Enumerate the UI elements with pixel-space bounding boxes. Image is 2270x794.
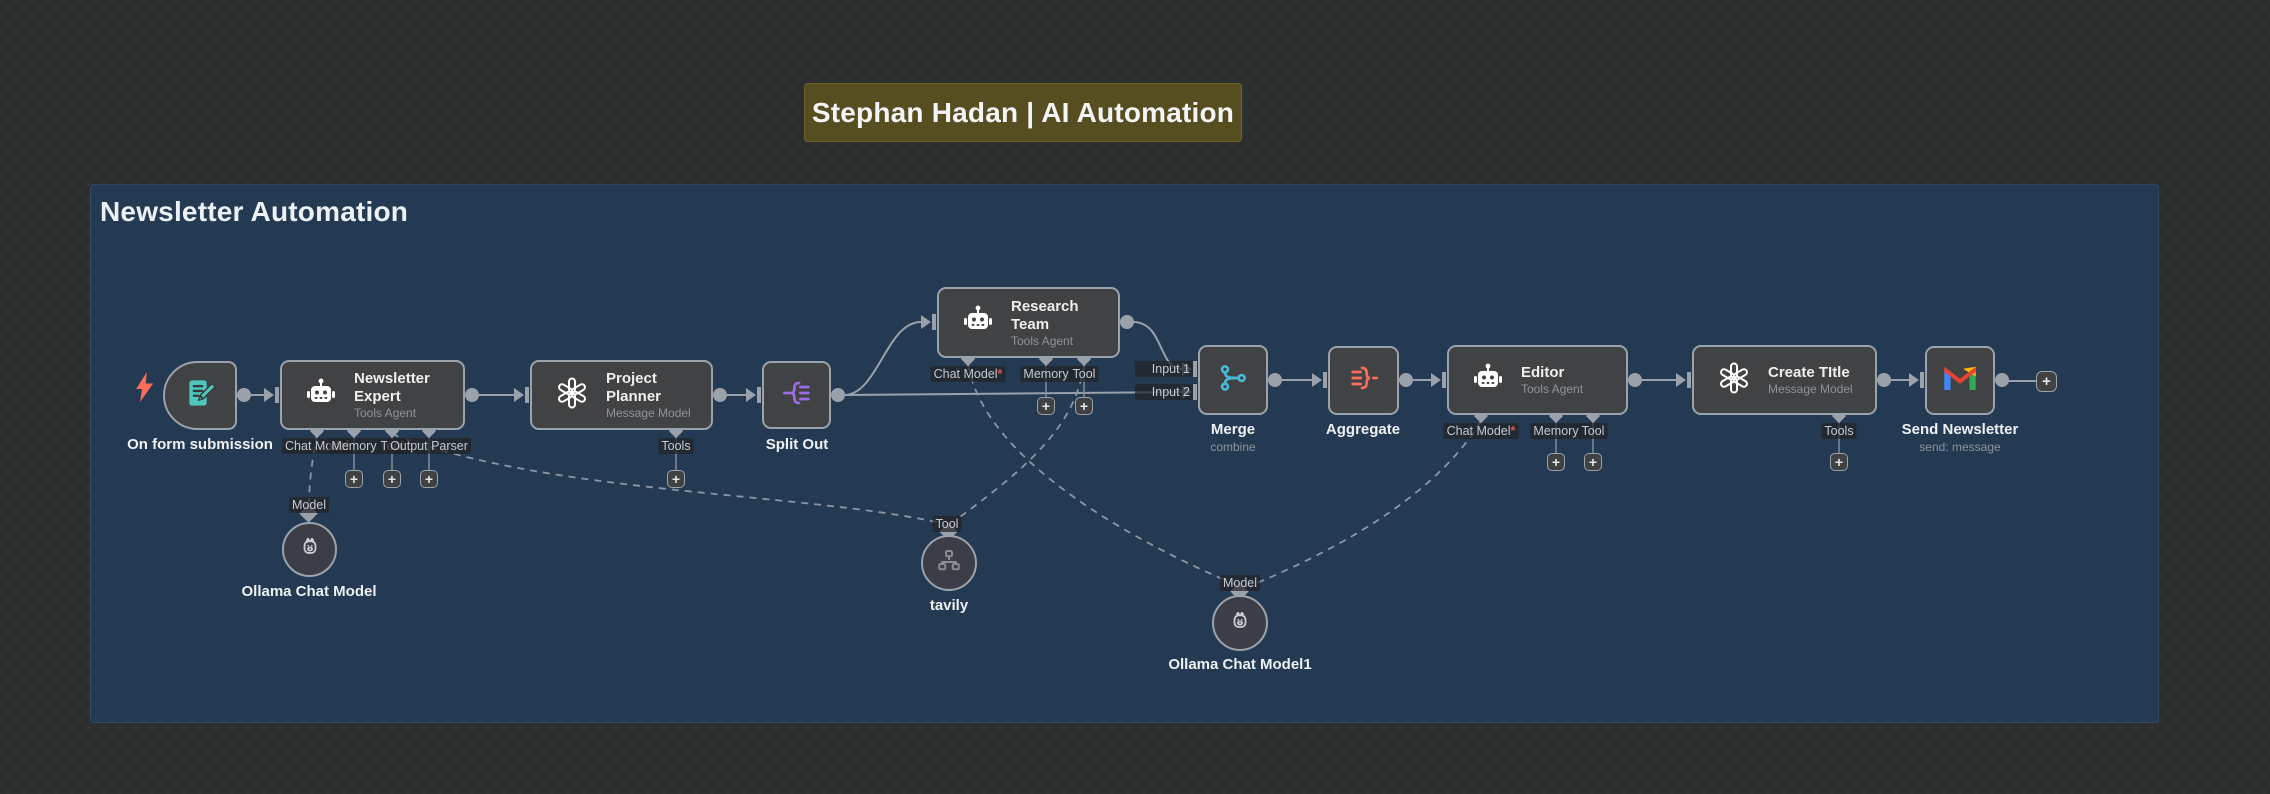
add-tool-button[interactable]: +: [1075, 397, 1093, 415]
workflow-canvas[interactable]: Newsletter Automation Stephan Hadan | AI…: [0, 0, 2270, 794]
node-on-form-submission[interactable]: [163, 361, 237, 430]
robot-icon: [1471, 363, 1505, 398]
input-label-2: Input 2: [1135, 384, 1193, 400]
node-aggregate[interactable]: [1328, 346, 1399, 415]
node-sublabel: send: message: [1919, 440, 2000, 454]
openai-icon: [1716, 360, 1752, 401]
robot-icon: [304, 378, 338, 413]
connector-label-chat-model: Chat Model*: [931, 366, 1006, 382]
node-subtitle: Message Model: [606, 406, 711, 420]
add-tool-button[interactable]: +: [383, 470, 401, 488]
add-memory-button[interactable]: +: [345, 470, 363, 488]
node-create-title[interactable]: Create TItle Message Model: [1692, 345, 1877, 415]
node-title: Newsletter Expert: [354, 370, 463, 406]
node-newsletter-expert[interactable]: Newsletter Expert Tools Agent: [280, 360, 465, 430]
connector-label-tool: Tool: [1579, 423, 1608, 439]
add-output-parser-button[interactable]: +: [420, 470, 438, 488]
node-label: Aggregate: [1326, 421, 1400, 438]
robot-icon: [961, 305, 995, 340]
node-sublabel: combine: [1210, 440, 1255, 454]
gmail-icon: [1942, 364, 1978, 397]
node-project-planner[interactable]: Project Planner Message Model: [530, 360, 713, 430]
connector-label-tool: Tool: [1070, 366, 1099, 382]
node-research-team[interactable]: Research Team Tools Agent: [937, 287, 1120, 358]
add-tool-button[interactable]: +: [1830, 453, 1848, 471]
openai-icon: [554, 375, 590, 416]
llama-icon: [1225, 606, 1255, 641]
node-tavily[interactable]: [921, 535, 977, 591]
sitemap-icon: [934, 546, 964, 581]
node-label: On form submission: [127, 436, 273, 453]
connector-label-tools: Tools: [658, 438, 693, 454]
node-merge[interactable]: [1198, 345, 1268, 415]
connector-label-output-parser: Output Parser: [387, 438, 471, 454]
connector-label-model: Model: [1220, 575, 1260, 591]
node-label: Merge: [1211, 421, 1255, 438]
node-title: Research Team: [1011, 298, 1118, 334]
node-split-out[interactable]: [762, 361, 831, 429]
add-node-button[interactable]: +: [2036, 371, 2057, 392]
split-out-icon: [781, 377, 813, 414]
node-label: Ollama Chat Model: [241, 583, 376, 600]
node-subtitle: Tools Agent: [1011, 334, 1118, 348]
node-editor[interactable]: Editor Tools Agent: [1447, 345, 1628, 415]
add-tool-button[interactable]: +: [667, 470, 685, 488]
node-ollama-chat-model[interactable]: [282, 522, 337, 577]
connector-label-memory: Memory: [1020, 366, 1071, 382]
connector-label-memory: Memory: [1530, 423, 1581, 439]
connector-label-chat-model: Chat Model*: [1444, 423, 1519, 439]
node-send-newsletter[interactable]: [1925, 346, 1995, 415]
form-icon: [184, 377, 216, 414]
node-subtitle: Tools Agent: [1521, 382, 1583, 396]
add-tool-button[interactable]: +: [1584, 453, 1602, 471]
add-memory-button[interactable]: +: [1037, 397, 1055, 415]
input-label-1: Input 1: [1135, 361, 1193, 377]
merge-icon: [1217, 362, 1249, 399]
connector-label-tools: Tools: [1821, 423, 1856, 439]
node-label: Send Newsletter: [1902, 421, 2019, 438]
trigger-lightning-icon: [134, 372, 155, 407]
node-label: Split Out: [766, 436, 829, 453]
connector-label-memory: Memory: [328, 438, 379, 454]
connections-dashed[interactable]: [309, 364, 1481, 586]
connector-label-tool: Tool: [933, 516, 962, 532]
node-label: tavily: [930, 597, 968, 614]
connector-label-model: Model: [289, 497, 329, 513]
node-ollama-chat-model1[interactable]: [1212, 595, 1268, 651]
llama-icon: [295, 532, 325, 567]
node-label: Ollama Chat Model1: [1168, 656, 1311, 673]
aggregate-icon: [1348, 362, 1380, 399]
node-title: Create TItle: [1768, 364, 1853, 382]
node-title: Project Planner: [606, 370, 711, 406]
add-memory-button[interactable]: +: [1547, 453, 1565, 471]
node-subtitle: Message Model: [1768, 382, 1853, 396]
node-title: Editor: [1521, 364, 1583, 382]
node-subtitle: Tools Agent: [354, 406, 463, 420]
